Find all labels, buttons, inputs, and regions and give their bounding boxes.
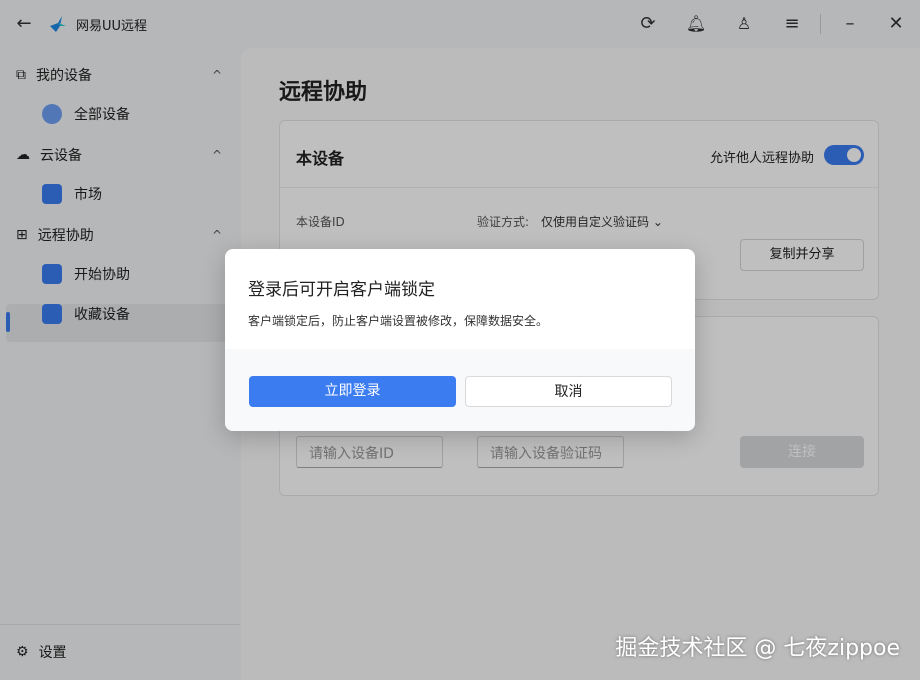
login-now-button[interactable]: 立即登录 — [249, 376, 456, 407]
cancel-button[interactable]: 取消 — [465, 376, 672, 407]
watermark: 掘金技术社区 @ 七夜zippoe — [615, 636, 900, 661]
dialog-title: 登录后可开启客户端锁定 — [248, 280, 435, 300]
login-dialog: 登录后可开启客户端锁定 客户端锁定后，防止客户端设置被修改，保障数据安全。 立即… — [225, 249, 695, 431]
dialog-text: 客户端锁定后，防止客户端设置被修改，保障数据安全。 — [248, 314, 549, 328]
